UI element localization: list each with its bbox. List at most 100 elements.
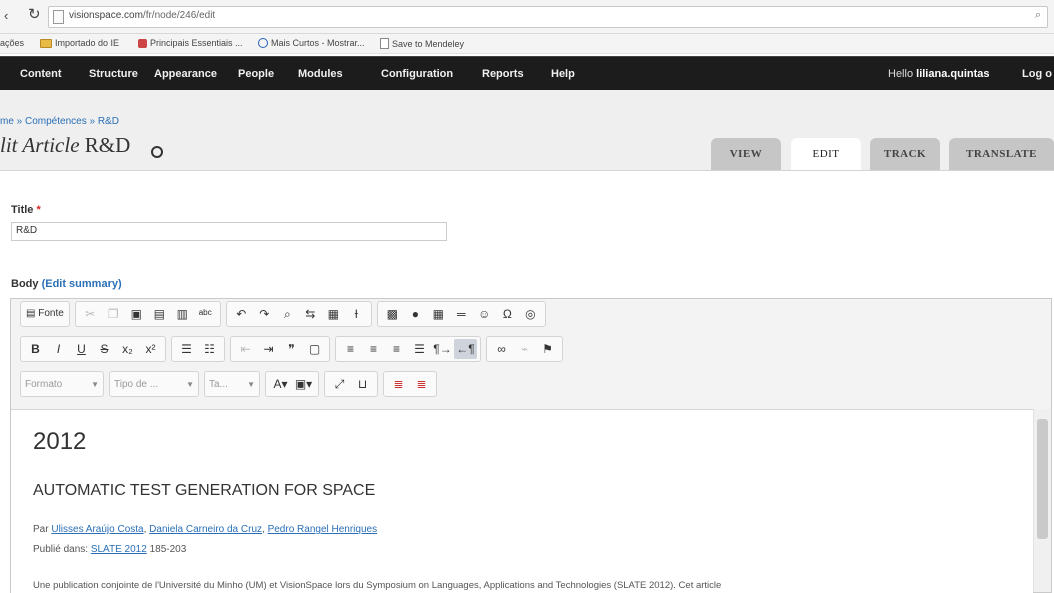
redo-icon[interactable]: ↷ <box>253 304 276 324</box>
iframe-icon[interactable]: ◎ <box>519 304 542 324</box>
url-field[interactable]: visionspace.com/fr/node/246/edit ⌕ <box>48 6 1048 28</box>
align-left-icon[interactable]: ≡ <box>339 339 362 359</box>
editor-content[interactable]: 2012 AUTOMATIC TEST GENERATION FOR SPACE… <box>11 409 1033 593</box>
toolbar-people[interactable]: People <box>238 68 274 80</box>
bg-color-icon[interactable]: ▣▾ <box>292 374 315 394</box>
bookmark-apps[interactable]: ações <box>0 38 24 48</box>
align-center-icon[interactable]: ≡ <box>362 339 385 359</box>
select-all-icon[interactable]: ▦ <box>322 304 345 324</box>
smiley-icon[interactable]: ☺ <box>473 304 496 324</box>
indent-group: ⇤ ⇥ ❞ ▢ <box>230 336 330 362</box>
color-group: A▾ ▣▾ <box>265 371 319 397</box>
image-icon[interactable]: ▩ <box>381 304 404 324</box>
paste-text-icon[interactable]: ▤ <box>148 304 171 324</box>
author-link[interactable]: Pedro Rangel Henriques <box>268 524 378 535</box>
paste-word-icon[interactable]: ▥ <box>171 304 194 324</box>
link-icon[interactable]: ∞ <box>490 339 513 359</box>
show-blocks-icon[interactable]: ⊔ <box>351 374 374 394</box>
maximize-icon[interactable]: ⤢ <box>328 374 351 394</box>
ltr-icon[interactable]: ¶→ <box>431 339 454 359</box>
template-alt-icon[interactable]: ≣ <box>410 374 433 394</box>
horizontal-rule-icon[interactable]: ═ <box>450 304 473 324</box>
cut-icon[interactable]: ✂ <box>79 304 102 324</box>
numbered-list-icon[interactable]: ☰ <box>175 339 198 359</box>
toolbar-row-1: ▤ Fonte ✂ ❐ ▣ ▤ ▥ ᵃᵇᶜ ↶ ↷ ⌕ ⇆ ▦ Ɨ ▩ ● ▦ … <box>20 301 551 327</box>
toolbar-modules[interactable]: Modules <box>298 68 343 80</box>
toolbar-appearance[interactable]: Appearance <box>154 68 217 80</box>
browser-address-bar: ‹ ↻ visionspace.com/fr/node/246/edit ⌕ <box>0 0 1054 34</box>
div-icon[interactable]: ▢ <box>303 339 326 359</box>
author-link[interactable]: Daniela Carneiro da Cruz <box>149 524 262 535</box>
remove-format-icon[interactable]: Ɨ <box>345 304 368 324</box>
subscript-icon[interactable]: x₂ <box>116 339 139 359</box>
toolbar-content[interactable]: Content <box>20 68 62 80</box>
align-right-icon[interactable]: ≡ <box>385 339 408 359</box>
link-group: ∞ ⌁ ⚑ <box>486 336 563 362</box>
source-button[interactable]: ▤ Fonte <box>24 304 66 324</box>
title-input[interactable]: R&D <box>11 222 447 241</box>
superscript-icon[interactable]: x² <box>139 339 162 359</box>
toolbar-reports[interactable]: Reports <box>482 68 524 80</box>
username-link[interactable]: liliana.quintas <box>916 68 989 80</box>
scrollbar-thumb[interactable] <box>1037 419 1048 539</box>
toolbar-configuration[interactable]: Configuration <box>381 68 453 80</box>
template-icon[interactable]: ≣ <box>387 374 410 394</box>
editor-scrollbar[interactable] <box>1033 409 1051 592</box>
reload-icon[interactable]: ↻ <box>28 5 41 23</box>
style-dropdown[interactable]: Tipo de ... ▼ <box>109 371 199 397</box>
app-icon <box>138 38 147 48</box>
logout-link[interactable]: Log o <box>1022 68 1052 80</box>
back-icon[interactable]: ‹ <box>4 8 8 23</box>
justify-icon[interactable]: ☰ <box>408 339 431 359</box>
size-dropdown[interactable]: Ta... ▼ <box>204 371 260 397</box>
tab-edit[interactable]: EDIT <box>791 138 861 170</box>
content-heading: AUTOMATIC TEST GENERATION FOR SPACE <box>33 482 376 499</box>
spellcheck-icon[interactable]: ᵃᵇᶜ <box>194 304 217 324</box>
indent-icon[interactable]: ⇥ <box>257 339 280 359</box>
strike-icon[interactable]: S <box>93 339 116 359</box>
replace-icon[interactable]: ⇆ <box>299 304 322 324</box>
bulleted-list-icon[interactable]: ☷ <box>198 339 221 359</box>
toolbar-help[interactable]: Help <box>551 68 575 80</box>
bookmark-mendeley[interactable]: Save to Mendeley <box>380 38 464 49</box>
tab-translate[interactable]: TRANSLATE <box>949 138 1054 170</box>
gear-icon[interactable] <box>151 146 163 158</box>
bookmark-principais[interactable]: Principais Essentiais ... <box>138 38 243 48</box>
content-published: Publié dans: SLATE 2012 185-203 <box>33 544 187 555</box>
outdent-icon[interactable]: ⇤ <box>234 339 257 359</box>
breadcrumb[interactable]: me » Compétences » R&D <box>0 116 119 127</box>
rtl-icon[interactable]: ←¶ <box>454 339 477 359</box>
author-link[interactable]: Ulisses Araújo Costa <box>51 524 143 535</box>
blockquote-icon[interactable]: ❞ <box>280 339 303 359</box>
url-path: /fr/node/246/edit <box>142 10 216 21</box>
content-paragraph: Une publication conjointe de l'Universit… <box>33 580 722 591</box>
anchor-icon[interactable]: ⚑ <box>536 339 559 359</box>
search-icon[interactable]: ⌕ <box>1035 9 1041 22</box>
paste-icon[interactable]: ▣ <box>125 304 148 324</box>
underline-icon[interactable]: U <box>70 339 93 359</box>
text-color-icon[interactable]: A▾ <box>269 374 292 394</box>
undo-icon[interactable]: ↶ <box>230 304 253 324</box>
tab-track[interactable]: TRACK <box>870 138 940 170</box>
admin-toolbar: Content Structure Appearance People Modu… <box>0 56 1054 91</box>
toolbar-structure[interactable]: Structure <box>89 68 138 80</box>
table-icon[interactable]: ▦ <box>427 304 450 324</box>
tab-view[interactable]: VIEW <box>711 138 781 170</box>
edit-summary-link[interactable]: (Edit summary) <box>42 278 122 290</box>
chevron-down-icon: ▼ <box>186 379 194 389</box>
rich-text-editor: ▤ Fonte ✂ ❐ ▣ ▤ ▥ ᵃᵇᶜ ↶ ↷ ⌕ ⇆ ▦ Ɨ ▩ ● ▦ … <box>10 298 1052 593</box>
italic-icon[interactable]: I <box>47 339 70 359</box>
align-group: ≡ ≡ ≡ ☰ ¶→ ←¶ <box>335 336 481 362</box>
format-dropdown[interactable]: Formato ▼ <box>20 371 104 397</box>
required-mark: * <box>36 204 41 216</box>
find-icon[interactable]: ⌕ <box>276 304 299 324</box>
unlink-icon[interactable]: ⌁ <box>513 339 536 359</box>
bookmark-imported-ie[interactable]: Importado do IE <box>40 38 119 48</box>
bookmark-mais-curtos[interactable]: Mais Curtos - Mostrar... <box>258 38 365 48</box>
bold-icon[interactable]: B <box>24 339 47 359</box>
user-greeting: Hello liliana.quintas <box>888 68 990 80</box>
special-char-icon[interactable]: Ω <box>496 304 519 324</box>
venue-link[interactable]: SLATE 2012 <box>91 544 147 555</box>
copy-icon[interactable]: ❐ <box>102 304 125 324</box>
flash-icon[interactable]: ● <box>404 304 427 324</box>
